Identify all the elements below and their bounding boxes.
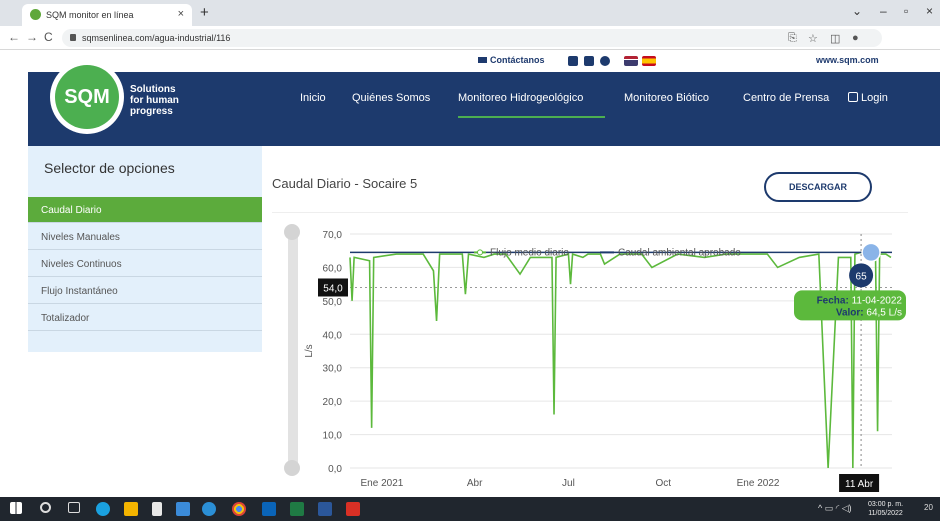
- sidebar-item-niveles-continuos[interactable]: Niveles Continuos: [28, 251, 262, 277]
- sidebar-item-caudal-diario[interactable]: Caudal Diario: [28, 197, 262, 223]
- main-nav: SQM Solutions for human progress Inicio …: [28, 60, 940, 146]
- crosshair-value-label: 54,0: [323, 283, 343, 294]
- flag-es-icon[interactable]: [642, 56, 656, 66]
- lock-icon: [848, 92, 858, 102]
- nav-active-indicator: [458, 116, 605, 118]
- url-text: sqmsenlinea.com/agua-industrial/116: [82, 33, 231, 43]
- favicon-icon: [30, 9, 41, 20]
- chrome-icon[interactable]: [232, 502, 246, 516]
- notification-icon[interactable]: 20: [924, 503, 933, 512]
- legend-caudal-label: Caudal ambiental aprobado: [618, 247, 741, 258]
- sidebar-item-flujo-instantaneo[interactable]: Flujo Instantáneo: [28, 278, 262, 304]
- url-input[interactable]: sqmsenlinea.com/agua-industrial/116: [62, 29, 882, 47]
- y-tick-label: 30,0: [323, 364, 343, 375]
- address-bar: ← → C sqmsenlinea.com/agua-industrial/11…: [0, 26, 940, 50]
- search-icon[interactable]: [40, 502, 51, 513]
- marker-badge-label: 65: [856, 271, 868, 282]
- tooltip-value: Valor: 64,5 L/s: [836, 307, 902, 318]
- legend-flujo-marker: [477, 249, 483, 256]
- y-tick-label: 20,0: [323, 397, 343, 408]
- sidebar-title: Selector de opciones: [44, 160, 175, 176]
- store-icon[interactable]: [176, 502, 190, 516]
- x-tick-label: Jul: [562, 478, 575, 489]
- new-tab-button[interactable]: +: [200, 4, 209, 21]
- taskbar: ^ ▭ ◜ ◁) 03:00 p. m. 11/05/2022 20: [0, 497, 940, 521]
- file-explorer-icon[interactable]: [124, 502, 138, 516]
- browser-tab[interactable]: SQM monitor en línea ×: [22, 4, 192, 26]
- acrobat-icon[interactable]: [346, 502, 360, 516]
- y-tick-label: 40,0: [323, 330, 343, 341]
- x-tick-label: Oct: [655, 478, 671, 489]
- tab-title: SQM monitor en línea: [46, 10, 134, 20]
- sidebar-item-totalizador[interactable]: Totalizador: [28, 305, 262, 331]
- start-icon[interactable]: [10, 502, 22, 514]
- y-tick-label: 70,0: [323, 230, 343, 241]
- bookmark-star-icon[interactable]: ☆: [808, 32, 818, 45]
- browser-tabstrip: SQM monitor en línea × + ⌄ – ▫ ×: [0, 0, 940, 26]
- x-tick-label: Abr: [467, 478, 483, 489]
- x-cursor-label: 11 Abr: [845, 479, 874, 490]
- reload-button[interactable]: C: [44, 30, 53, 44]
- logo-tagline: Solutions for human progress: [130, 84, 179, 117]
- excel-icon[interactable]: [290, 502, 304, 516]
- x-tick-label: Ene 2022: [737, 478, 780, 489]
- site-topbar: Contáctanos www.sqm.com: [28, 50, 940, 72]
- side-panel-icon[interactable]: ◫: [830, 32, 840, 45]
- range-slider-top-handle[interactable]: [284, 224, 300, 240]
- range-slider-bottom-handle[interactable]: [284, 460, 300, 476]
- series-flujo-medio-line: [349, 251, 892, 469]
- mail-icon: [478, 57, 487, 63]
- flag-en-icon[interactable]: [624, 56, 638, 66]
- word-icon[interactable]: [318, 502, 332, 516]
- contact-link[interactable]: Contáctanos: [478, 55, 545, 65]
- y-tick-label: 0,0: [328, 464, 342, 475]
- sqm-logo-mark: SQM: [55, 65, 119, 129]
- back-button[interactable]: ←: [8, 30, 20, 44]
- youtube-icon[interactable]: [568, 56, 578, 66]
- download-button[interactable]: DESCARGAR: [764, 172, 872, 202]
- flow-chart[interactable]: 0,0 10,0 20,0 30,0 40,0 50,0 60,0 70,0 Ene 2021 A…: [300, 220, 910, 494]
- notepad-icon[interactable]: [152, 502, 162, 516]
- hover-point: [861, 242, 881, 263]
- website-link[interactable]: www.sqm.com: [816, 55, 879, 65]
- linkedin-icon[interactable]: [584, 56, 594, 66]
- legend-flujo-label: Flujo medio diario: [490, 247, 569, 258]
- forward-button[interactable]: →: [26, 30, 38, 44]
- lock-icon: [70, 34, 76, 41]
- system-tray-icons[interactable]: ^ ▭ ◜ ◁): [818, 503, 852, 514]
- y-axis-label: L/s: [304, 344, 315, 357]
- x-tick-label: Ene 2021: [361, 478, 404, 489]
- options-sidebar: Selector de opciones Caudal Diario Nivel…: [28, 146, 262, 352]
- internet-explorer-icon[interactable]: [202, 502, 216, 516]
- login-button[interactable]: Login: [848, 92, 888, 104]
- y-tick-label: 60,0: [323, 263, 343, 274]
- nav-quienes-somos[interactable]: Quiénes Somos: [352, 92, 430, 104]
- nav-monitoreo-biotico[interactable]: Monitoreo Biótico: [624, 92, 709, 104]
- outlook-icon[interactable]: [262, 502, 276, 516]
- tab-search-icon[interactable]: ⌄: [852, 4, 862, 18]
- profile-icon[interactable]: ●: [852, 32, 859, 44]
- restore-button[interactable]: ▫: [904, 4, 908, 18]
- nav-inicio[interactable]: Inicio: [300, 92, 326, 104]
- y-tick-label: 50,0: [323, 297, 343, 308]
- tooltip-date: Fecha: 11-04-2022: [817, 295, 903, 306]
- y-tick-label: 10,0: [323, 431, 343, 442]
- task-view-icon[interactable]: [68, 502, 80, 513]
- divider: [272, 212, 908, 213]
- facebook-icon[interactable]: [600, 56, 610, 66]
- close-tab-icon[interactable]: ×: [178, 8, 184, 20]
- nav-centro-de-prensa[interactable]: Centro de Prensa: [743, 92, 829, 104]
- chart-title: Caudal Diario - Socaire 5: [272, 176, 418, 191]
- range-slider-track[interactable]: [288, 232, 298, 469]
- clock[interactable]: 03:00 p. m. 11/05/2022: [868, 500, 903, 518]
- share-icon[interactable]: ⎘: [788, 32, 797, 45]
- sidebar-item-niveles-manuales[interactable]: Niveles Manuales: [28, 224, 262, 250]
- logo[interactable]: SQM: [50, 60, 124, 134]
- minimize-button[interactable]: –: [880, 4, 887, 18]
- nav-monitoreo-hidrogeologico[interactable]: Monitoreo Hidrogeológico: [458, 92, 583, 104]
- close-window-button[interactable]: ×: [926, 4, 933, 18]
- edge-icon[interactable]: [96, 502, 110, 516]
